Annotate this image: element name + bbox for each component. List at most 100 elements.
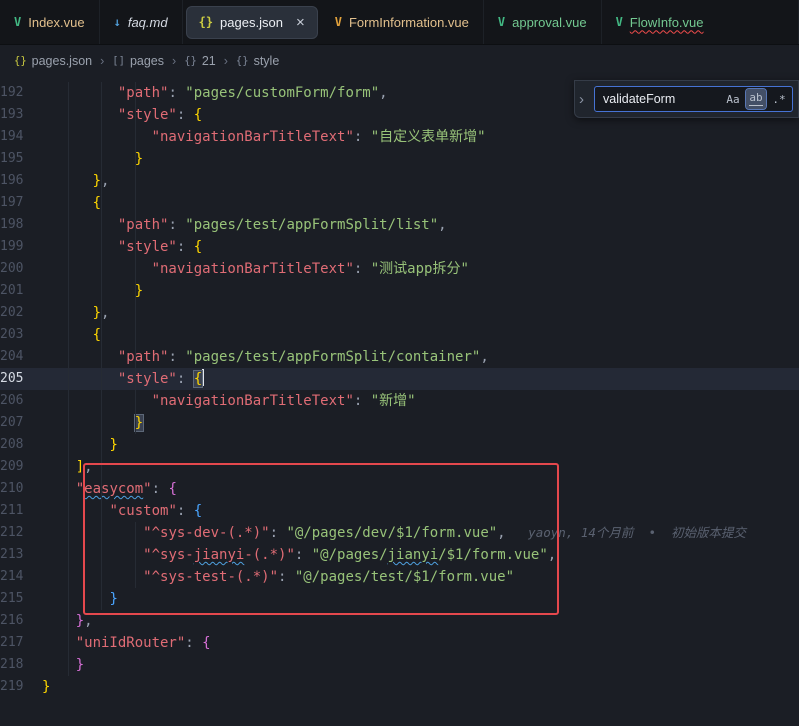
code-token: yaoyn, 14个月前 • 初始版本提交 (506, 525, 746, 540)
code-token: } (42, 679, 50, 695)
code-line[interactable]: 210 "easycom": { (0, 478, 799, 500)
find-input[interactable]: validateForm Aa ab .* (594, 86, 793, 112)
code-line[interactable]: 207 } (0, 412, 799, 434)
line-number[interactable]: 213 (0, 544, 42, 566)
code-line[interactable]: 211 "custom": { (0, 500, 799, 522)
line-number[interactable]: 204 (0, 346, 42, 368)
regex-toggle[interactable]: .* (769, 89, 789, 109)
code-line[interactable]: 209 ], (0, 456, 799, 478)
line-number[interactable]: 202 (0, 302, 42, 324)
code-line[interactable]: 205 "style": { (0, 368, 799, 390)
line-number[interactable]: 215 (0, 588, 42, 610)
code-line[interactable]: 204 "path": "pages/test/appFormSplit/con… (0, 346, 799, 368)
breadcrumb-item-style[interactable]: {} style (236, 54, 279, 68)
code-token: : (270, 525, 287, 541)
code-line[interactable]: 195 } (0, 148, 799, 170)
breadcrumb-item-file[interactable]: {} pages.json (14, 54, 92, 68)
line-number[interactable]: 195 (0, 148, 42, 170)
find-input-value[interactable]: validateForm (603, 92, 720, 106)
code-token: { (194, 503, 202, 519)
code-line[interactable]: 202 }, (0, 302, 799, 324)
line-number[interactable]: 198 (0, 214, 42, 236)
code-line[interactable]: 217 "uniIdRouter": { (0, 632, 799, 654)
code-token: ] (76, 459, 84, 475)
line-number[interactable]: 201 (0, 280, 42, 302)
code-text: { (42, 192, 799, 214)
code-line[interactable]: 199 "style": { (0, 236, 799, 258)
line-number[interactable]: 217 (0, 632, 42, 654)
line-number[interactable]: 208 (0, 434, 42, 456)
code-token: jianyi (194, 547, 245, 563)
code-line[interactable]: 219} (0, 676, 799, 698)
code-token: "^sys- (143, 547, 194, 563)
code-line[interactable]: 215 } (0, 588, 799, 610)
code-token: "^sys-dev-(.*)" (143, 525, 269, 541)
line-number[interactable]: 210 (0, 478, 42, 500)
line-number[interactable]: 206 (0, 390, 42, 412)
line-number[interactable]: 218 (0, 654, 42, 676)
code-token (42, 525, 143, 541)
code-text: }, (42, 302, 799, 324)
line-number[interactable]: 209 (0, 456, 42, 478)
code-token (42, 459, 76, 475)
line-number[interactable]: 197 (0, 192, 42, 214)
code-line[interactable]: 218 } (0, 654, 799, 676)
code-token: : (168, 85, 185, 101)
tab-pages-json[interactable]: {} pages.json × (186, 6, 318, 39)
code-token: "path" (118, 85, 169, 101)
code-line[interactable]: 194 "navigationBarTitleText": "自定义表单新增" (0, 126, 799, 148)
code-token (42, 217, 118, 233)
vue-icon: V (335, 15, 342, 29)
line-number[interactable]: 196 (0, 170, 42, 192)
breadcrumb-item-pages[interactable]: [] pages (112, 54, 164, 68)
line-number[interactable]: 207 (0, 412, 42, 434)
tab-index-vue[interactable]: V Index.vue (0, 0, 100, 44)
code-text: "navigationBarTitleText": "自定义表单新增" (42, 126, 799, 148)
line-number[interactable]: 194 (0, 126, 42, 148)
line-number[interactable]: 219 (0, 676, 42, 698)
line-number[interactable]: 216 (0, 610, 42, 632)
code-line[interactable]: 213 "^sys-jianyi-(.*)": "@/pages/jianyi/… (0, 544, 799, 566)
code-area: 192 "path": "pages/customForm/form",193 … (0, 82, 799, 698)
code-line[interactable]: 214 "^sys-test-(.*)": "@/pages/test/$1/f… (0, 566, 799, 588)
code-line[interactable]: 201 } (0, 280, 799, 302)
code-line[interactable]: 212 "^sys-dev-(.*)": "@/pages/dev/$1/for… (0, 522, 799, 544)
code-token: , (101, 173, 109, 189)
code-token: { (194, 107, 202, 123)
code-line[interactable]: 203 { (0, 324, 799, 346)
code-line[interactable]: 200 "navigationBarTitleText": "测试app拆分" (0, 258, 799, 280)
editor[interactable]: 192 "path": "pages/customForm/form",193 … (0, 77, 799, 726)
code-token (42, 481, 76, 497)
tab-approval-vue[interactable]: V approval.vue (484, 0, 602, 44)
match-case-toggle[interactable]: Aa (723, 89, 743, 109)
json-icon: {} (199, 15, 213, 29)
tab-faq-md[interactable]: ↓ faq.md (100, 0, 183, 44)
line-number[interactable]: 211 (0, 500, 42, 522)
breadcrumb-item-21[interactable]: {} 21 (184, 54, 216, 68)
line-number[interactable]: 212 (0, 522, 42, 544)
close-icon[interactable]: × (296, 14, 305, 31)
code-line[interactable]: 216 }, (0, 610, 799, 632)
code-token (42, 415, 135, 431)
code-line[interactable]: 198 "path": "pages/test/appFormSplit/lis… (0, 214, 799, 236)
line-number[interactable]: 205 (0, 368, 42, 390)
code-token: , (84, 613, 92, 629)
tab-forminformation-vue[interactable]: V FormInformation.vue (321, 0, 484, 44)
code-line[interactable]: 206 "navigationBarTitleText": "新增" (0, 390, 799, 412)
chevron-right-icon[interactable]: › (579, 92, 589, 107)
line-number[interactable]: 193 (0, 104, 42, 126)
whole-word-toggle[interactable]: ab (746, 89, 766, 109)
code-token: : (177, 107, 194, 123)
line-number[interactable]: 200 (0, 258, 42, 280)
line-number[interactable]: 199 (0, 236, 42, 258)
code-token: "@/pages/ (312, 547, 388, 563)
code-text: "^sys-jianyi-(.*)": "@/pages/jianyi/$1/f… (42, 544, 799, 566)
line-number[interactable]: 214 (0, 566, 42, 588)
code-line[interactable]: 196 }, (0, 170, 799, 192)
code-text: "^sys-test-(.*)": "@/pages/test/$1/form.… (42, 566, 799, 588)
code-line[interactable]: 208 } (0, 434, 799, 456)
code-line[interactable]: 197 { (0, 192, 799, 214)
line-number[interactable]: 192 (0, 82, 42, 104)
line-number[interactable]: 203 (0, 324, 42, 346)
tab-flowinfo-vue[interactable]: V FlowInfo.vue (602, 0, 799, 44)
